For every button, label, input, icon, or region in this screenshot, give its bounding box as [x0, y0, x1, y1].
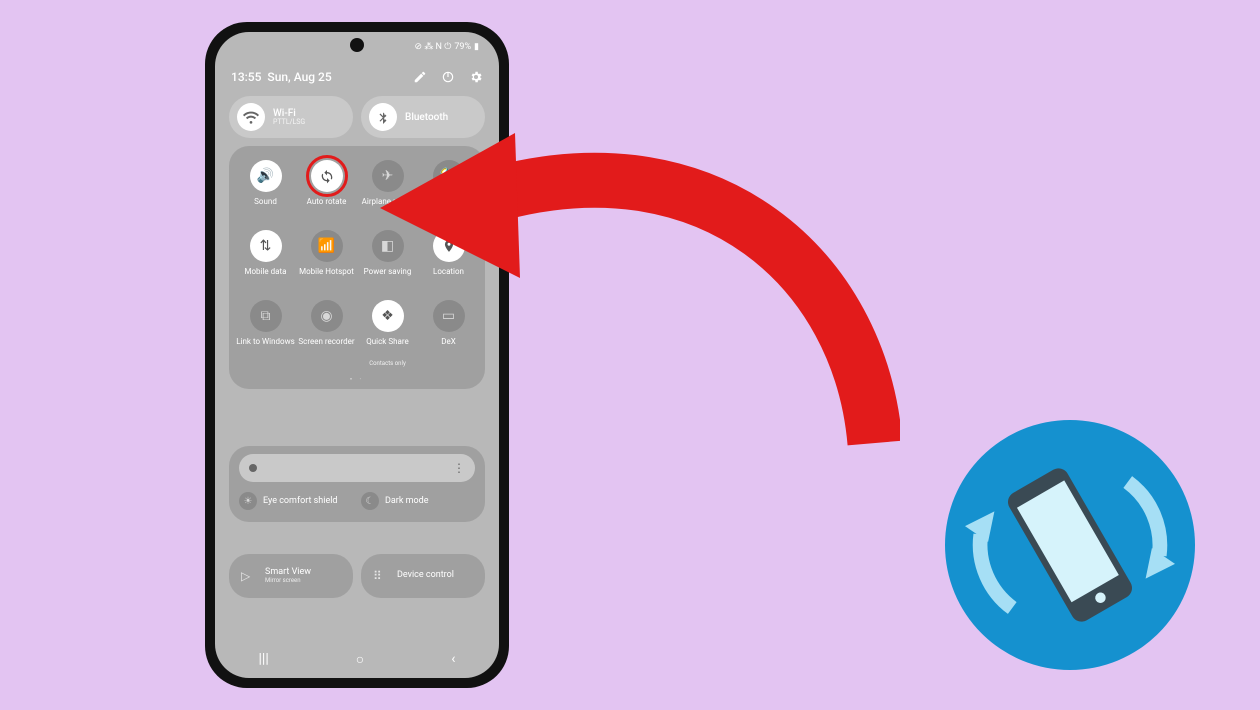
device-control-tile[interactable]: ⠿ Device control [361, 554, 485, 598]
brightness-slider[interactable]: ⋮ [239, 454, 475, 482]
power-saving-tile[interactable]: ◧ Power saving [357, 230, 418, 284]
quick-share-icon: ❖ [372, 300, 404, 332]
rotate-badge [945, 420, 1195, 670]
hotspot-icon: 📶 [311, 230, 343, 262]
bluetooth-icon [369, 103, 397, 131]
phone-screen: ⊘ ⁂ N ⏻ 79% ▮ 13:55 Sun, Aug 25 [215, 32, 499, 678]
nav-recents-icon[interactable]: ||| [259, 651, 269, 668]
power-icon[interactable] [441, 70, 455, 84]
status-bar: ⊘ ⁂ N ⏻ 79% ▮ [415, 42, 479, 52]
slider-thumb[interactable] [249, 464, 257, 472]
slider-more-icon[interactable]: ⋮ [453, 461, 465, 475]
dex-icon: ▭ [433, 300, 465, 332]
hotspot-tile[interactable]: 📶 Mobile Hotspot [296, 230, 357, 284]
smart-view-tile[interactable]: ▷ Smart View Mirror screen [229, 554, 353, 598]
auto-rotate-tile[interactable]: Auto rotate [296, 160, 357, 214]
power-saving-icon: ◧ [372, 230, 404, 262]
location-icon [433, 230, 465, 262]
phone-frame: ⊘ ⁂ N ⏻ 79% ▮ 13:55 Sun, Aug 25 [205, 22, 509, 688]
qs-header: 13:55 Sun, Aug 25 [231, 70, 483, 84]
brightness-panel: ⋮ ☀ Eye comfort shield ☾ Dark mode [229, 446, 485, 522]
flashlight-tile[interactable]: 🔦 [418, 160, 479, 214]
nav-back-icon[interactable]: ‹ [451, 651, 455, 668]
bluetooth-pill[interactable]: Bluetooth [361, 96, 485, 138]
quick-settings-grid: 🔊 Sound Auto rotate ✈ Airplane mode 🔦 ⇅ [229, 146, 485, 389]
nav-bar: ||| ○ ‹ [215, 651, 499, 668]
wifi-network: PTTL/LSG [273, 119, 305, 127]
nav-home-icon[interactable]: ○ [356, 651, 364, 668]
auto-rotate-icon [311, 160, 343, 192]
mobile-data-tile[interactable]: ⇅ Mobile data [235, 230, 296, 284]
rotate-phone-icon [965, 440, 1175, 650]
dex-tile[interactable]: ▭ DeX [418, 300, 479, 367]
device-control-icon: ⠿ [373, 569, 389, 583]
smart-view-icon: ▷ [241, 569, 257, 583]
wifi-icon [237, 103, 265, 131]
link-windows-tile[interactable]: ⧉ Link to Windows [235, 300, 296, 367]
eye-comfort-icon: ☀ [239, 492, 257, 510]
link-windows-icon: ⧉ [250, 300, 282, 332]
dark-mode-toggle[interactable]: ☾ Dark mode [361, 492, 475, 510]
flashlight-icon: 🔦 [433, 160, 465, 192]
battery-icon: ▮ [474, 42, 479, 52]
location-tile[interactable]: Location [418, 230, 479, 284]
status-icons: ⊘ ⁂ N ⏻ [415, 42, 452, 52]
quick-share-tile[interactable]: ❖ Quick Share Contacts only [357, 300, 418, 367]
screen-recorder-tile[interactable]: ◉ Screen recorder [296, 300, 357, 367]
wifi-label: Wi-Fi [273, 108, 305, 119]
airplane-tile[interactable]: ✈ Airplane mode [357, 160, 418, 214]
camera-notch [350, 38, 364, 52]
airplane-icon: ✈ [372, 160, 404, 192]
dark-mode-icon: ☾ [361, 492, 379, 510]
settings-icon[interactable] [469, 70, 483, 84]
eye-comfort-toggle[interactable]: ☀ Eye comfort shield [239, 492, 353, 510]
bluetooth-label: Bluetooth [405, 112, 448, 123]
sound-icon: 🔊 [250, 160, 282, 192]
battery-percent: 79% [454, 42, 471, 52]
wifi-pill[interactable]: Wi-Fi PTTL/LSG [229, 96, 353, 138]
mobile-data-icon: ⇅ [250, 230, 282, 262]
page-indicator: • · [350, 376, 364, 383]
clock-date: 13:55 Sun, Aug 25 [231, 70, 332, 84]
edit-icon[interactable] [413, 70, 427, 84]
sound-tile[interactable]: 🔊 Sound [235, 160, 296, 214]
screen-recorder-icon: ◉ [311, 300, 343, 332]
